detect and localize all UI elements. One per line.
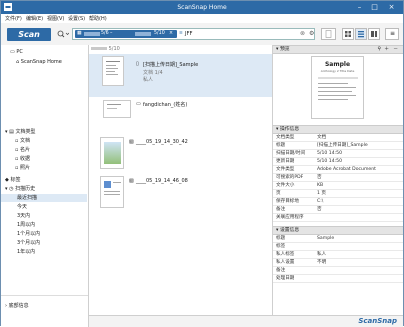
app-window: ScanSnap Home – □ × 文件(F) 编辑(E) 视图(V) 设置…: [0, 0, 404, 327]
menu-view[interactable]: 视图(V): [47, 15, 64, 22]
brand-logo: ScanSnap: [358, 317, 397, 325]
preview-doc-subtitle: Anthology 2 Title Date: [320, 69, 355, 73]
sidebar-item-3months[interactable]: 3个月以内: [17, 239, 40, 246]
file-icon: ▯: [136, 61, 139, 67]
card-icon: ▭: [136, 101, 141, 107]
date-filter-chip-end[interactable]: 5/10 ×: [133, 30, 177, 38]
sidebar-item-recent[interactable]: 最近扫描: [1, 194, 87, 202]
clear-search-icon[interactable]: ⊗: [300, 30, 305, 37]
search-icon[interactable]: [57, 30, 69, 38]
menu-settings[interactable]: 设置(S): [68, 15, 85, 22]
maximize-icon[interactable]: □: [368, 2, 381, 13]
menu-edit[interactable]: 编辑(E): [26, 15, 43, 22]
chevron-down-icon: ▾: [276, 47, 279, 52]
sidebar-item-bottom[interactable]: › 底部信息: [5, 302, 29, 309]
sidebar-item-1month[interactable]: 1个月以内: [17, 230, 40, 237]
sidebar: ▭ PC ⌂ ScanSnap Home ▾ ▤ 文档类型 ▫ 文档 ▫ 名片 …: [1, 45, 89, 327]
photo-icon: ▧: [129, 139, 134, 145]
photo-icon: ▫: [15, 165, 19, 171]
preview-header: ▾ 预览 ⚲ ＋ －: [273, 45, 403, 54]
view-grid-button[interactable]: [342, 28, 354, 40]
detail-row: 关联应用程序: [273, 214, 403, 223]
sidebar-item-scan-history[interactable]: ▾ ◷ 扫描历史: [5, 185, 35, 192]
document-thumbnail: [100, 176, 124, 208]
chevron-down-icon: ▾: [5, 129, 8, 135]
item-title: [扫描上传日期]_Sample: [143, 62, 199, 68]
chevron-down-icon: ▾: [276, 228, 279, 233]
receipt-icon: ▫: [15, 156, 19, 162]
menu-file[interactable]: 文件(F): [5, 15, 22, 22]
sidebar-item-today[interactable]: 今天: [17, 203, 27, 210]
edit-button[interactable]: [321, 28, 336, 40]
sidebar-item-scansnap-home[interactable]: ⌂ ScanSnap Home: [16, 59, 62, 65]
filter-icon: ≡: [179, 31, 183, 36]
hamburger-icon: ≡: [390, 30, 396, 37]
grid-view-icon: [345, 31, 351, 37]
list-item[interactable]: ▧ ____05_19_14_46_08: [89, 174, 272, 214]
view-detail-button[interactable]: [368, 28, 380, 40]
title-bar: ScanSnap Home – □ ×: [1, 1, 403, 14]
folder-icon: ▤: [9, 129, 14, 135]
extra-row[interactable]: 处理日期: [273, 275, 403, 284]
item-tag: 私人: [143, 77, 154, 83]
document-thumbnail: [102, 56, 124, 86]
list-item[interactable]: ▧ ____05_19_14_30_42: [89, 136, 272, 174]
details-header: ▾ 操作信息: [273, 125, 403, 134]
item-subtitle: 文档 1/4: [143, 70, 163, 76]
document-icon: ▫: [15, 138, 19, 144]
status-bar: ScanSnap: [89, 315, 403, 327]
sidebar-item-3days[interactable]: 3天内: [17, 212, 30, 219]
clock-icon: ◷: [9, 186, 14, 192]
sidebar-item-1year[interactable]: 1年以内: [17, 248, 35, 255]
minimize-icon[interactable]: –: [353, 2, 366, 13]
extra-header: ▾ 设置信息: [273, 226, 403, 235]
chevron-down-icon: ▾: [5, 186, 8, 192]
chevron-down-icon: ▾: [276, 127, 279, 132]
scan-button[interactable]: Scan: [7, 28, 51, 41]
window-title: ScanSnap Home: [177, 4, 227, 11]
chevron-right-icon: ›: [5, 303, 7, 309]
settings-gear-icon[interactable]: ⚙: [309, 30, 314, 37]
preview-page: Sample Anthology 2 Title Date: [311, 56, 364, 119]
home-icon: ⌂: [16, 59, 20, 65]
photo-icon: ▧: [129, 178, 134, 184]
sidebar-item-1week[interactable]: 1周以内: [17, 221, 35, 228]
minus-icon[interactable]: －: [393, 46, 398, 53]
detail-panel: ▾ 预览 ⚲ ＋ － Sample Anthology 2 Title Date…: [273, 45, 403, 315]
zoom-icon[interactable]: ⚲: [377, 46, 381, 53]
sidebar-item-pc[interactable]: ▭ PC: [10, 49, 23, 55]
card-icon: ▫: [15, 147, 19, 153]
computer-icon: ▭: [10, 49, 15, 55]
document-list: 5/10 ▯ [扫描上传日期]_Sample 文档 1/4 私人 ▭ fangd…: [89, 45, 273, 315]
sidebar-item-receipt[interactable]: ▫ 收据: [15, 155, 30, 162]
list-item[interactable]: ▭ fangdichan_(姓名): [89, 98, 272, 136]
add-icon[interactable]: ＋: [384, 46, 389, 53]
list-view-icon: [358, 31, 364, 38]
date-group-header: 5/10: [91, 46, 120, 52]
tag-icon: ◆: [5, 177, 9, 183]
search-bar[interactable]: ▦ 5/6 – 5/10 × ≡ JFF ⊗ ⚙: [72, 28, 315, 40]
preview-doc-title: Sample: [324, 61, 351, 68]
sidebar-item-tags[interactable]: ◆ 标签: [5, 176, 20, 183]
item-title: ____05_19_14_46_08: [136, 178, 188, 184]
sidebar-item-photo[interactable]: ▫ 照片: [15, 164, 30, 171]
item-title: fangdichan_(姓名): [143, 102, 188, 108]
sidebar-item-doc-type[interactable]: ▾ ▤ 文档类型: [5, 128, 35, 135]
list-item[interactable]: ▯ [扫描上传日期]_Sample 文档 1/4 私人: [89, 54, 272, 97]
date-filter-chip[interactable]: ▦ 5/6 –: [75, 30, 137, 38]
menu-help[interactable]: 帮助(H): [89, 15, 107, 22]
edit-icon: [325, 30, 332, 38]
sidebar-item-document[interactable]: ▫ 文档: [15, 137, 30, 144]
calendar-icon: ▦: [77, 31, 82, 36]
view-list-button[interactable]: [355, 28, 367, 40]
close-icon[interactable]: ×: [385, 2, 398, 13]
search-query: JFF: [185, 31, 193, 37]
more-menu-button[interactable]: ≡: [385, 28, 399, 40]
detail-view-icon: [371, 31, 377, 37]
sidebar-item-business-card[interactable]: ▫ 名片: [15, 146, 30, 153]
item-title: ____05_19_14_30_42: [136, 139, 188, 145]
card-thumbnail: [103, 100, 131, 118]
photo-thumbnail: [100, 137, 124, 169]
